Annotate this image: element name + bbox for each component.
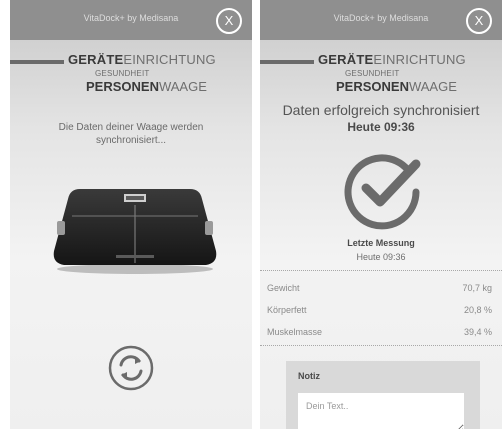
header-line-1: GERÄTEEINRICHTUNG <box>318 52 466 67</box>
header-line-1: GERÄTEEINRICHTUNG <box>68 52 216 67</box>
metric-name: Gewicht <box>267 283 300 293</box>
top-bar: VitaDock+ by Medisana X <box>10 0 252 40</box>
sync-button[interactable] <box>108 345 154 391</box>
close-button[interactable]: X <box>466 8 492 34</box>
body-scale-icon <box>50 185 220 275</box>
setup-header: GERÄTEEINRICHTUNG GESUNDHEIT PERSONENWAA… <box>10 52 252 98</box>
header-accent-line <box>10 60 64 64</box>
metric-name: Körperfett <box>267 305 307 315</box>
note-card: Notiz <box>286 361 480 429</box>
metric-value: 39,4 % <box>463 327 492 337</box>
canvas: VitaDock+ by Medisana X GERÄTEEINRICHTUN… <box>0 0 504 429</box>
metric-name: Muskelmasse <box>267 327 323 337</box>
note-input[interactable] <box>298 393 464 429</box>
header-line-3: PERSONENWAAGE <box>86 79 207 94</box>
metric-value: 20,8 % <box>463 305 492 315</box>
divider <box>260 270 502 271</box>
setup-header: GERÄTEEINRICHTUNG GESUNDHEIT PERSONENWAA… <box>260 52 502 98</box>
sync-message: Die Daten deiner Waage werden synchronis… <box>58 122 204 146</box>
last-measurement-label: Letzte Messung <box>347 238 415 248</box>
header-line-2: GESUNDHEIT <box>345 69 400 78</box>
divider <box>260 345 502 346</box>
metrics-list: Gewicht 70,7 kg Körperfett 20,8 % Muskel… <box>260 278 502 344</box>
header-accent-line <box>260 60 314 64</box>
close-icon: X <box>224 13 234 28</box>
note-title: Notiz <box>298 371 320 381</box>
success-time: Heute 09:36 <box>347 120 415 134</box>
last-measurement-time: Heute 09:36 <box>356 252 406 262</box>
metric-value: 70,7 kg <box>462 283 492 293</box>
check-circle-icon <box>342 148 424 230</box>
success-title: Daten erfolgreich synchronisiert <box>282 102 480 118</box>
close-icon: X <box>474 13 484 28</box>
sync-icon <box>108 345 154 391</box>
metric-row-body-fat: Körperfett 20,8 % <box>260 300 502 322</box>
success-screen: VitaDock+ by Medisana X GERÄTEEINRICHTUN… <box>260 0 502 429</box>
header-line-3: PERSONENWAAGE <box>336 79 457 94</box>
close-button[interactable]: X <box>216 8 242 34</box>
sync-screen: VitaDock+ by Medisana X GERÄTEEINRICHTUN… <box>10 0 252 429</box>
header-line-2: GESUNDHEIT <box>95 69 150 78</box>
metric-row-weight: Gewicht 70,7 kg <box>260 278 502 300</box>
metric-row-muscle-mass: Muskelmasse 39,4 % <box>260 322 502 344</box>
top-bar: VitaDock+ by Medisana X <box>260 0 502 40</box>
